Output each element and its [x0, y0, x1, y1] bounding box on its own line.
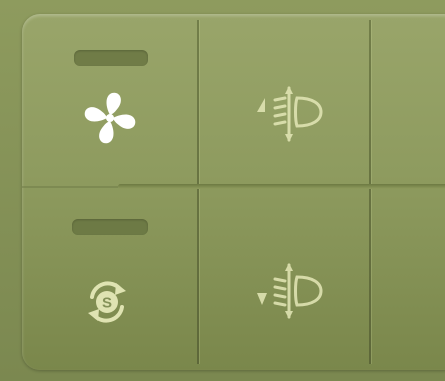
headlight-level-up-button[interactable] — [199, 14, 369, 184]
headlight-level-down-button[interactable] — [199, 189, 369, 370]
partial-button-bottom[interactable] — [371, 189, 445, 370]
row-divider-short — [22, 186, 118, 188]
fan-icon — [84, 92, 136, 144]
fan-status-indicator — [74, 50, 148, 66]
headlight-level-down-icon — [257, 263, 323, 319]
headlight-level-up-icon — [257, 86, 323, 142]
fan-button[interactable] — [22, 14, 197, 184]
partial-button-top[interactable] — [371, 14, 445, 184]
s-mode-cycle-icon: S — [88, 281, 126, 323]
s-mode-button[interactable]: S — [22, 189, 197, 370]
s-mode-status-indicator — [72, 219, 148, 235]
button-panel: S — [22, 14, 445, 370]
svg-text:S: S — [102, 295, 112, 312]
